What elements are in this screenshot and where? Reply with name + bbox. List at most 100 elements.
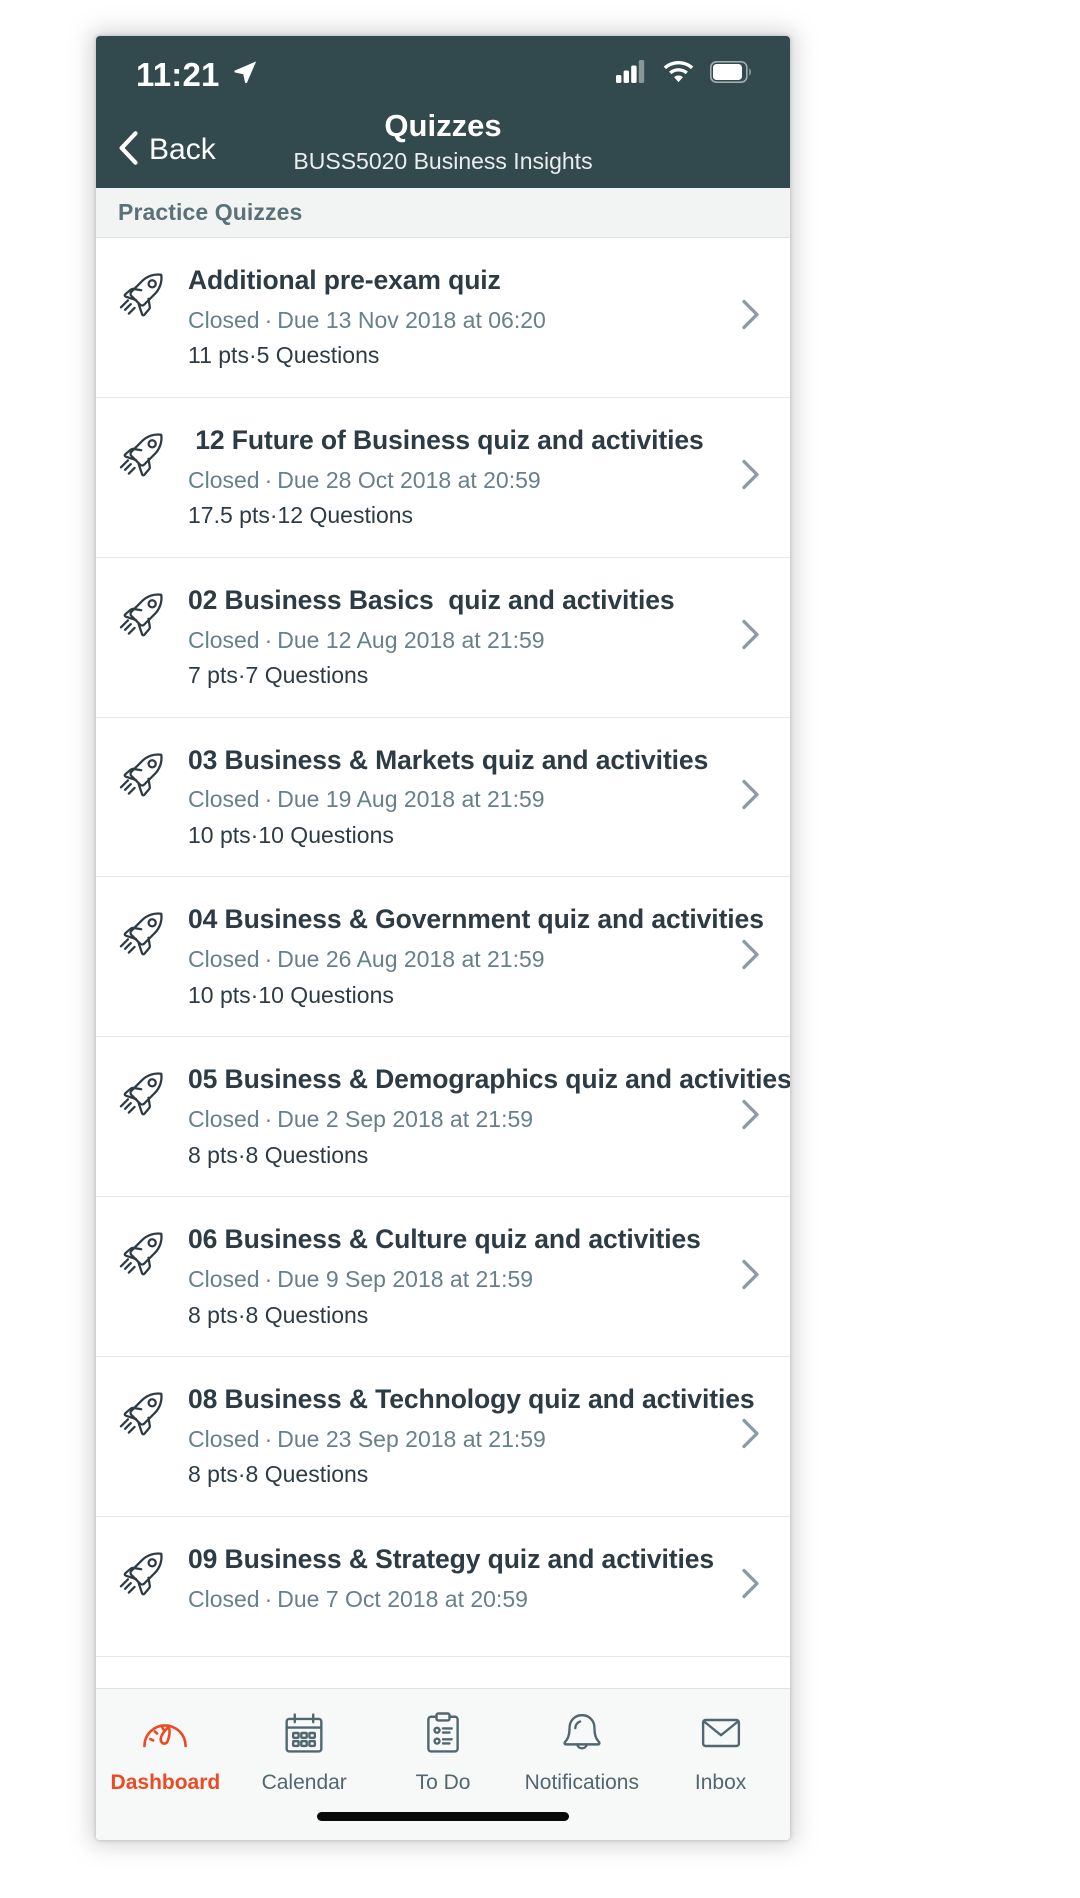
quiz-list-item[interactable]: 09 Business & Strategy quiz and activiti… bbox=[96, 1517, 790, 1657]
quiz-questions: 7 Questions bbox=[245, 662, 369, 689]
tab-dashboard[interactable]: Dashboard bbox=[96, 1707, 235, 1793]
quiz-title: 05 Business & Demographics quiz and acti… bbox=[188, 1064, 790, 1095]
quiz-status: Closed bbox=[188, 466, 260, 493]
quiz-list-item[interactable]: 03 Business & Markets quiz and activitie… bbox=[96, 718, 790, 878]
quiz-list-item[interactable]: 04 Business & Government quiz and activi… bbox=[96, 877, 790, 1038]
quiz-due: Due 12 Aug 2018 at 21:59 bbox=[277, 626, 545, 653]
quiz-points-questions: 11 pts·5 Questions bbox=[188, 338, 720, 373]
quiz-due: Due 7 Oct 2018 at 20:59 bbox=[277, 1585, 528, 1612]
chevron-right-icon bbox=[741, 459, 760, 495]
quiz-status: Closed bbox=[188, 946, 260, 973]
tab-label: Notifications bbox=[524, 1771, 639, 1794]
meta-separator: · bbox=[237, 1461, 246, 1488]
rocket-icon bbox=[96, 264, 188, 320]
tab-inbox[interactable]: Inbox bbox=[651, 1707, 790, 1793]
page-title: Quizzes bbox=[384, 108, 502, 143]
meta-separator: · bbox=[264, 626, 273, 653]
quiz-item-body: 03 Business & Markets quiz and activitie… bbox=[188, 744, 790, 853]
quiz-item-body: 12 Future of Business quiz and activitie… bbox=[188, 424, 790, 533]
home-indicator[interactable] bbox=[317, 1811, 569, 1821]
quiz-status-due: Closed · Due 12 Aug 2018 at 21:59 bbox=[188, 623, 720, 658]
quiz-title: 12 Future of Business quiz and activitie… bbox=[188, 424, 704, 455]
quiz-points: 11 pts bbox=[188, 342, 249, 369]
meta-separator: · bbox=[264, 1425, 273, 1452]
quiz-list-item[interactable]: 05 Business & Demographics quiz and acti… bbox=[96, 1037, 790, 1198]
quiz-points-questions: 8 pts·8 Questions bbox=[188, 1298, 720, 1333]
quiz-due: Due 26 Aug 2018 at 21:59 bbox=[277, 946, 545, 973]
wifi-icon bbox=[663, 60, 694, 88]
tab-calendar[interactable]: Calendar bbox=[235, 1707, 374, 1793]
meta-separator: · bbox=[264, 1585, 273, 1612]
quiz-status: Closed bbox=[188, 1106, 260, 1133]
meta-separator: · bbox=[237, 1141, 246, 1168]
status-bar-left: 11:21 bbox=[136, 58, 258, 91]
tab-label: To Do bbox=[415, 1771, 471, 1794]
tab-to-do[interactable]: To Do bbox=[374, 1707, 513, 1793]
quiz-title: 03 Business & Markets quiz and activitie… bbox=[188, 744, 709, 775]
quiz-points-questions: 8 pts·8 Questions bbox=[188, 1138, 790, 1173]
envelope-icon bbox=[695, 1707, 747, 1764]
meta-separator: · bbox=[264, 1106, 273, 1133]
quiz-due: Due 28 Oct 2018 at 20:59 bbox=[277, 466, 541, 493]
quiz-status: Closed bbox=[188, 1585, 260, 1612]
cellular-signal-icon bbox=[616, 60, 647, 88]
quiz-points: 8 pts bbox=[188, 1461, 238, 1488]
quiz-points-questions: 10 pts·10 Questions bbox=[188, 818, 720, 853]
page-subtitle: BUSS5020 Business Insights bbox=[293, 147, 593, 174]
location-arrow-icon bbox=[232, 59, 258, 90]
tab-label: Inbox bbox=[694, 1771, 747, 1794]
quiz-list-item[interactable]: 08 Business & Technology quiz and activi… bbox=[96, 1357, 790, 1517]
quiz-status: Closed bbox=[188, 626, 260, 653]
tab-notifications[interactable]: Notifications bbox=[512, 1707, 651, 1793]
quiz-status: Closed bbox=[188, 306, 260, 333]
quiz-points: 10 pts bbox=[188, 981, 251, 1008]
quiz-questions: 12 Questions bbox=[277, 502, 414, 529]
quiz-due: Due 23 Sep 2018 at 21:59 bbox=[277, 1425, 546, 1452]
quiz-item-body: 02 Business Basics quiz and activities C… bbox=[188, 584, 790, 693]
rocket-icon bbox=[96, 1223, 188, 1279]
meta-separator: · bbox=[264, 1266, 273, 1293]
quiz-status-due: Closed · Due 28 Oct 2018 at 20:59 bbox=[188, 463, 720, 498]
chevron-right-icon bbox=[741, 299, 760, 335]
quiz-title: 04 Business & Government quiz and activi… bbox=[188, 904, 764, 935]
bell-icon bbox=[556, 1707, 608, 1764]
quiz-questions: 8 Questions bbox=[245, 1301, 369, 1328]
meta-separator: · bbox=[264, 306, 273, 333]
rocket-icon bbox=[96, 584, 188, 640]
quiz-list[interactable]: Additional pre-exam quiz Closed · Due 13 N… bbox=[96, 238, 790, 1840]
back-button[interactable]: Back bbox=[96, 130, 216, 170]
quiz-due: Due 2 Sep 2018 at 21:59 bbox=[277, 1106, 534, 1133]
quiz-title: 06 Business & Culture quiz and activitie… bbox=[188, 1224, 701, 1255]
quiz-list-item[interactable]: 06 Business & Culture quiz and activitie… bbox=[96, 1197, 790, 1358]
chevron-right-icon bbox=[741, 1099, 760, 1135]
navigation-bar: Back Quizzes BUSS5020 Business Insights bbox=[96, 108, 790, 188]
back-button-label: Back bbox=[149, 133, 216, 166]
quiz-status-due: Closed · Due 7 Oct 2018 at 20:59 bbox=[188, 1582, 720, 1617]
quiz-status-due: Closed · Due 13 Nov 2018 at 06:20 bbox=[188, 303, 720, 338]
chevron-right-icon bbox=[741, 779, 760, 815]
quiz-title: Additional pre-exam quiz bbox=[188, 265, 501, 295]
quiz-title: 02 Business Basics quiz and activities bbox=[188, 584, 675, 615]
battery-icon bbox=[710, 60, 754, 88]
chevron-right-icon bbox=[741, 1568, 760, 1604]
chevron-right-icon bbox=[741, 1259, 760, 1295]
quiz-points: 10 pts bbox=[188, 821, 251, 848]
status-bar-right bbox=[616, 60, 754, 88]
meta-separator: · bbox=[237, 662, 246, 689]
quiz-due: Due 9 Sep 2018 at 21:59 bbox=[277, 1266, 534, 1293]
quiz-list-item[interactable]: Additional pre-exam quiz Closed · Due 13 N… bbox=[96, 238, 790, 398]
quiz-status: Closed bbox=[188, 1266, 260, 1293]
quiz-list-item[interactable]: 12 Future of Business quiz and activitie… bbox=[96, 398, 790, 558]
quiz-status-due: Closed · Due 2 Sep 2018 at 21:59 bbox=[188, 1102, 790, 1137]
speedometer-icon bbox=[139, 1707, 191, 1764]
quiz-list-item[interactable]: 02 Business Basics quiz and activities C… bbox=[96, 558, 790, 718]
quiz-title: 08 Business & Technology quiz and activi… bbox=[188, 1384, 755, 1415]
quiz-status-due: Closed · Due 23 Sep 2018 at 21:59 bbox=[188, 1422, 754, 1457]
calendar-icon bbox=[278, 1707, 330, 1764]
quiz-title: 09 Business & Strategy quiz and activiti… bbox=[188, 1543, 714, 1574]
quiz-status-due: Closed · Due 19 Aug 2018 at 21:59 bbox=[188, 782, 720, 817]
rocket-icon bbox=[96, 903, 188, 959]
rocket-icon bbox=[96, 744, 188, 800]
quiz-questions: 10 Questions bbox=[258, 981, 394, 1008]
quiz-points: 8 pts bbox=[188, 1301, 238, 1328]
